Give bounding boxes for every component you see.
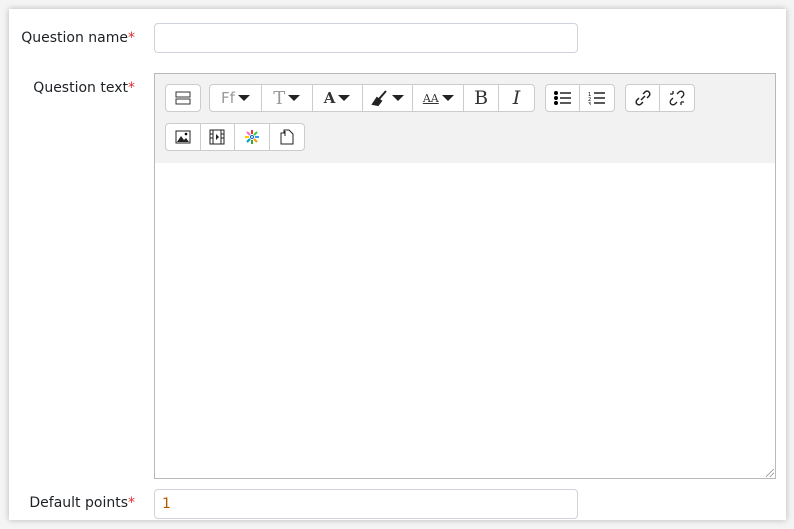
default-points-label: Default points*: [29, 495, 135, 511]
question-name-label: Question name*: [21, 30, 135, 46]
font-size-button[interactable]: T: [262, 85, 313, 111]
background-color-button[interactable]: [363, 85, 414, 111]
unlink-icon: [669, 90, 685, 106]
font-family-button[interactable]: Ff: [210, 85, 262, 111]
question-text-label: Question text*: [33, 80, 135, 96]
toolbar-toggle-icon: [175, 91, 191, 105]
question-name-input[interactable]: [154, 23, 578, 53]
link-button[interactable]: [626, 85, 661, 111]
recordrtc-button[interactable]: [235, 124, 270, 150]
default-points-input[interactable]: 1: [154, 489, 578, 519]
sparkle-icon: [244, 130, 259, 144]
highlighter-icon: [371, 90, 387, 106]
manage-files-button[interactable]: [270, 124, 304, 150]
toolbar-toggle-button[interactable]: [166, 85, 200, 111]
resize-handle[interactable]: [766, 469, 774, 477]
link-icon: [634, 90, 651, 106]
numbered-list-icon: 123: [588, 92, 605, 105]
paragraph-styles-button[interactable]: AA: [413, 85, 465, 111]
image-icon: [175, 130, 191, 144]
italic-button[interactable]: I: [499, 85, 534, 111]
bold-button[interactable]: B: [464, 85, 500, 111]
font-color-button[interactable]: A: [313, 85, 363, 111]
ordered-list-button[interactable]: 123: [580, 85, 614, 111]
question-text-area[interactable]: [155, 163, 775, 478]
unordered-list-button[interactable]: [546, 85, 581, 111]
editor-toolbar: Ff T A AA B I 123: [155, 74, 775, 164]
media-button[interactable]: [201, 124, 235, 150]
question-text-editor: Ff T A AA B I 123: [154, 73, 776, 479]
files-icon: [280, 129, 294, 145]
image-button[interactable]: [166, 124, 201, 150]
film-icon: [209, 129, 225, 145]
bullet-list-icon: [553, 91, 571, 105]
svg-text:3: 3: [588, 102, 591, 105]
unlink-button[interactable]: [660, 85, 694, 111]
